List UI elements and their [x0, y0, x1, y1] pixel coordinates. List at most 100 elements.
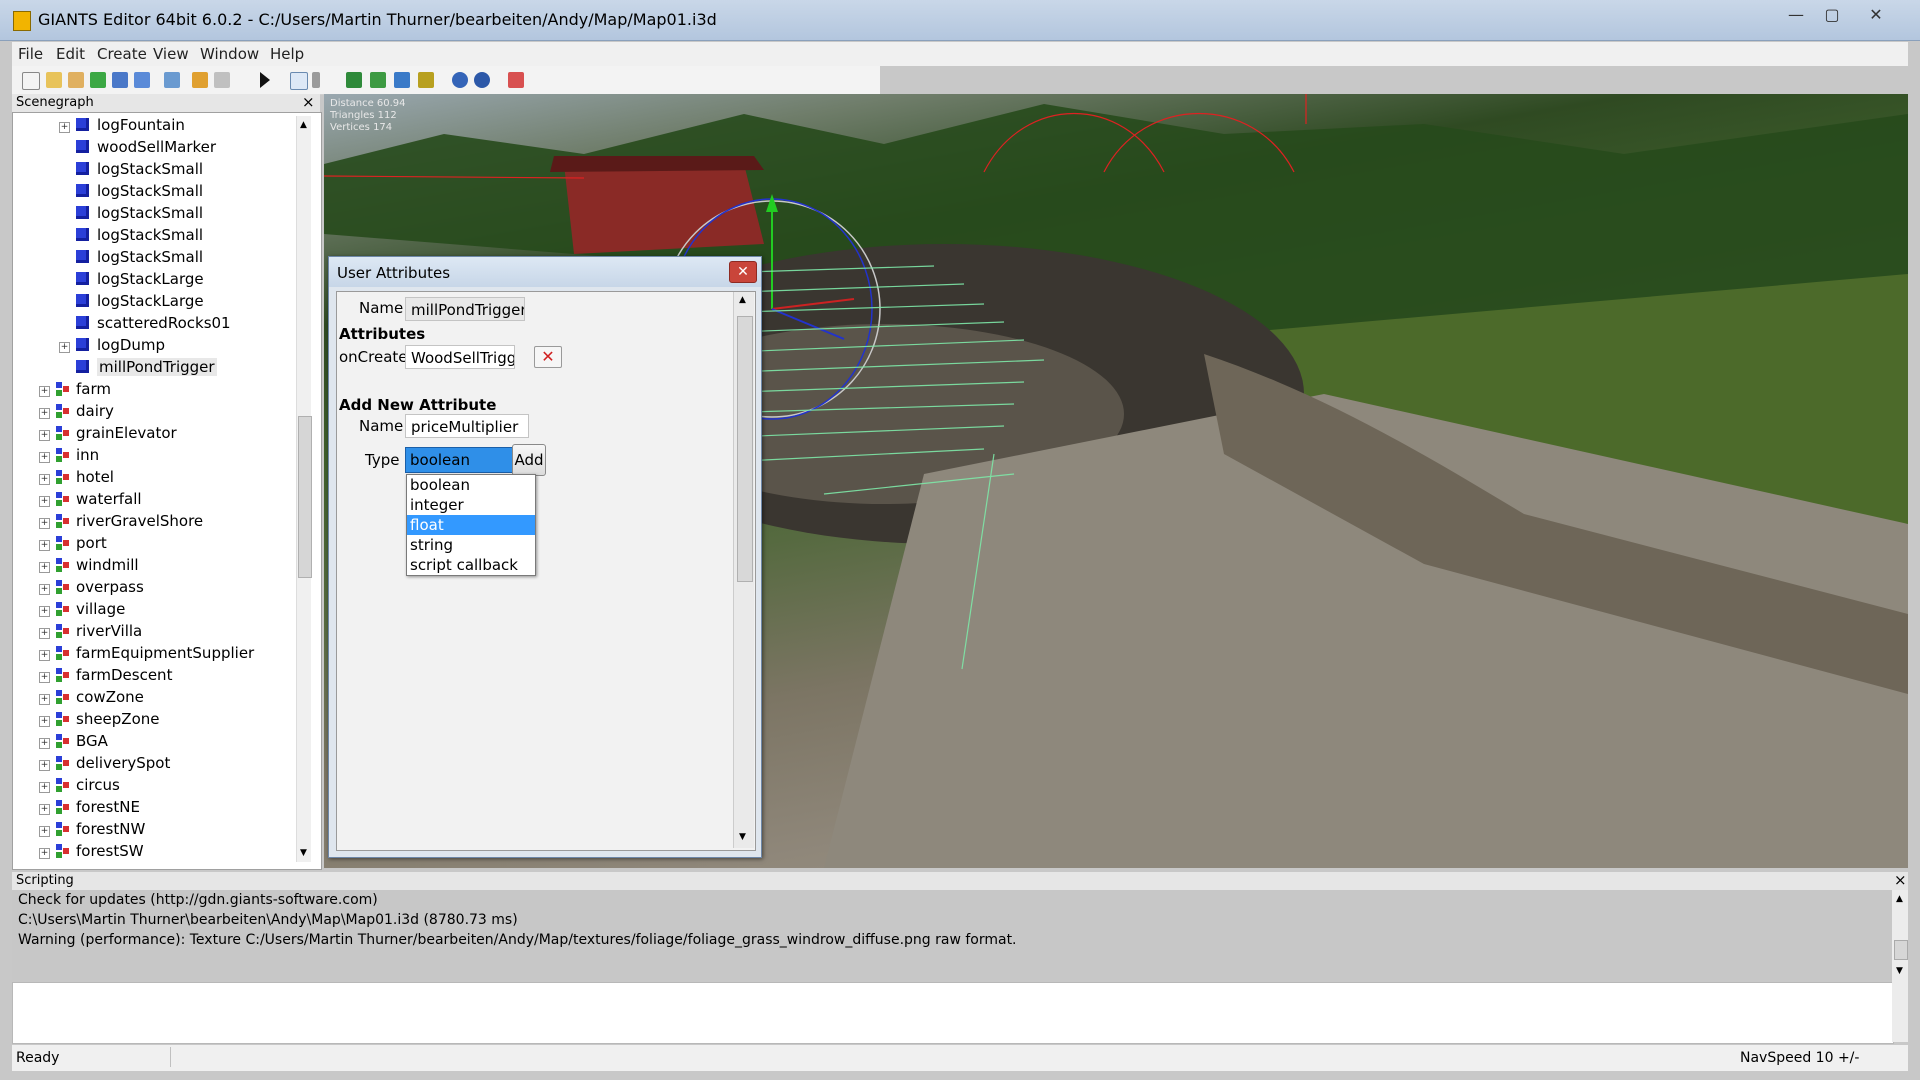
expand-icon[interactable]: +: [39, 716, 50, 727]
expand-icon[interactable]: +: [39, 650, 50, 661]
expand-icon[interactable]: +: [39, 430, 50, 441]
tree-group-node[interactable]: + farm: [39, 378, 111, 400]
add-attribute-button[interactable]: Add: [512, 444, 546, 476]
magnet-icon[interactable]: [312, 72, 320, 88]
save-as-icon[interactable]: [134, 72, 150, 88]
open-folder-icon[interactable]: [46, 72, 62, 88]
expand-icon[interactable]: +: [39, 804, 50, 815]
tree-node[interactable]: + logFountain: [59, 114, 185, 136]
dropdown-option-boolean[interactable]: boolean: [407, 475, 535, 495]
scroll-up-icon[interactable]: ▲: [300, 120, 307, 130]
scripting-close-icon[interactable]: ×: [1894, 871, 1907, 889]
tree-node[interactable]: logStackLarge: [76, 268, 204, 290]
terrain-icon[interactable]: [346, 72, 362, 88]
tree-node[interactable]: scatteredRocks01: [76, 312, 231, 334]
tree-node[interactable]: logStackLarge: [76, 290, 204, 312]
dialog-close-button[interactable]: ✕: [729, 261, 757, 283]
tree-group-node[interactable]: + dairy: [39, 400, 114, 422]
expand-icon[interactable]: +: [39, 826, 50, 837]
scroll-up-icon[interactable]: ▲: [739, 295, 746, 305]
tree-group-node[interactable]: + riverVilla: [39, 620, 142, 642]
tree-node[interactable]: + logDump: [59, 334, 165, 356]
menu-create[interactable]: Create: [97, 45, 147, 63]
edit-file-icon[interactable]: [68, 72, 84, 88]
dialog-titlebar[interactable]: User Attributes ✕: [329, 257, 761, 287]
expand-icon[interactable]: +: [39, 452, 50, 463]
dropdown-option-integer[interactable]: integer: [407, 495, 535, 515]
scroll-thumb[interactable]: [737, 316, 753, 582]
expand-icon[interactable]: +: [39, 540, 50, 551]
place-objects-icon[interactable]: [418, 72, 434, 88]
scroll-up-icon[interactable]: ▲: [1896, 894, 1903, 904]
menu-file[interactable]: File: [18, 45, 43, 63]
scroll-down-icon[interactable]: ▼: [1896, 966, 1903, 976]
expand-icon[interactable]: +: [39, 496, 50, 507]
expand-icon[interactable]: +: [39, 738, 50, 749]
expand-icon[interactable]: +: [39, 518, 50, 529]
menu-help[interactable]: Help: [270, 45, 304, 63]
tree-group-node[interactable]: + deliverySpot: [39, 752, 170, 774]
scroll-thumb[interactable]: [298, 416, 312, 578]
select-mode-icon[interactable]: [290, 72, 308, 90]
scroll-down-icon[interactable]: ▼: [739, 832, 746, 842]
expand-icon[interactable]: +: [39, 628, 50, 639]
tree-node[interactable]: logStackSmall: [76, 180, 203, 202]
scenegraph-tree[interactable]: + logFountain woodSellMarker logStackSmal…: [12, 112, 322, 870]
scroll-down-icon[interactable]: ▼: [300, 848, 307, 858]
import-icon[interactable]: [164, 72, 180, 88]
tree-group-node[interactable]: + farmEquipmentSupplier: [39, 642, 254, 664]
new-file-icon[interactable]: [22, 72, 40, 90]
expand-icon[interactable]: +: [39, 606, 50, 617]
close-window-button[interactable]: ✕: [1860, 4, 1892, 26]
settings-icon[interactable]: [452, 72, 468, 88]
dialog-scrollbar[interactable]: ▲ ▼: [733, 292, 754, 848]
scenegraph-scrollbar[interactable]: ▲ ▼: [296, 116, 312, 862]
redo-icon[interactable]: [214, 72, 230, 88]
menu-window[interactable]: Window: [200, 45, 259, 63]
tools-icon[interactable]: [474, 72, 490, 88]
script-scrollbar[interactable]: ▲ ▼: [1892, 890, 1908, 1042]
delete-attribute-button[interactable]: ✕: [534, 346, 562, 368]
oncreate-field[interactable]: WoodSellTrigg: [405, 345, 515, 369]
expand-icon[interactable]: +: [39, 386, 50, 397]
tree-group-node[interactable]: + forestSW: [39, 840, 144, 862]
undo-icon[interactable]: [192, 72, 208, 88]
tree-group-node[interactable]: + BGA: [39, 730, 108, 752]
expand-icon[interactable]: +: [39, 848, 50, 859]
tree-group-node[interactable]: + grainElevator: [39, 422, 177, 444]
expand-icon[interactable]: +: [39, 760, 50, 771]
expand-icon[interactable]: +: [39, 408, 50, 419]
tree-group-node[interactable]: + hotel: [39, 466, 114, 488]
tree-node[interactable]: logStackSmall: [76, 158, 203, 180]
expand-icon[interactable]: +: [39, 694, 50, 705]
scroll-thumb[interactable]: [1894, 940, 1908, 960]
expand-icon[interactable]: +: [39, 672, 50, 683]
tree-group-node[interactable]: + forestNW: [39, 818, 145, 840]
paint-foliage-icon[interactable]: [394, 72, 410, 88]
tree-group-node[interactable]: + port: [39, 532, 107, 554]
tree-group-node[interactable]: + windmill: [39, 554, 139, 576]
info-icon[interactable]: [508, 72, 524, 88]
maximize-button[interactable]: ▢: [1816, 4, 1848, 26]
expand-icon[interactable]: +: [39, 584, 50, 595]
expand-icon[interactable]: +: [39, 562, 50, 573]
tree-node[interactable]: logStackSmall: [76, 202, 203, 224]
expand-icon[interactable]: +: [59, 342, 70, 353]
dropdown-option-float[interactable]: float: [407, 515, 535, 535]
save-icon[interactable]: [112, 72, 128, 88]
new-attribute-name-input[interactable]: priceMultiplier: [405, 414, 529, 438]
menu-view[interactable]: View: [153, 45, 189, 63]
tree-group-node[interactable]: + cowZone: [39, 686, 144, 708]
menu-edit[interactable]: Edit: [56, 45, 85, 63]
tree-group-node[interactable]: + inn: [39, 444, 99, 466]
scenegraph-close-icon[interactable]: ×: [302, 93, 315, 111]
tree-group-node[interactable]: + waterfall: [39, 488, 142, 510]
expand-icon[interactable]: +: [59, 122, 70, 133]
dropdown-option-script-callback[interactable]: script callback: [407, 555, 535, 575]
tree-group-node[interactable]: + sheepZone: [39, 708, 160, 730]
expand-icon[interactable]: +: [39, 474, 50, 485]
minimize-button[interactable]: —: [1780, 4, 1812, 26]
tree-node[interactable]: logStackSmall: [76, 224, 203, 246]
paint-terrain-icon[interactable]: [370, 72, 386, 88]
play-icon[interactable]: [260, 72, 270, 88]
